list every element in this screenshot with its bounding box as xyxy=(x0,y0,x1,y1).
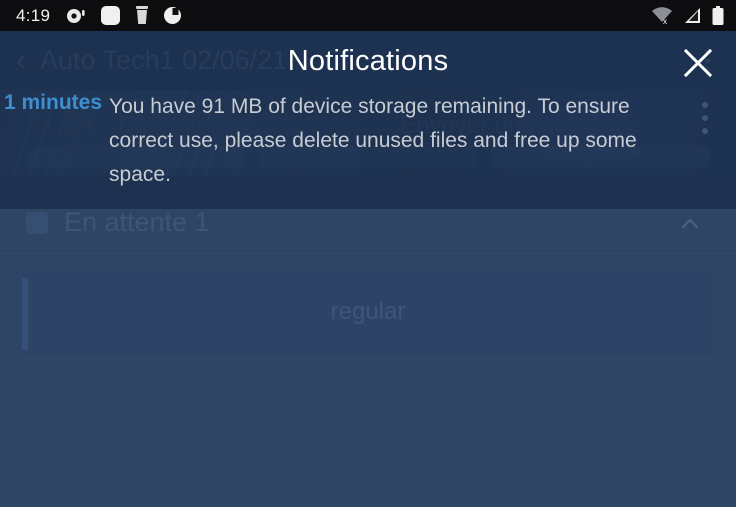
close-icon xyxy=(683,48,713,78)
notification-timestamp: 1 minutes xyxy=(4,91,103,114)
trash-icon xyxy=(136,6,149,24)
kebab-dot xyxy=(702,115,708,121)
phone-screen: ‹ Auto Tech1 02/06/21 21:34 xyxy=(0,0,736,507)
battery-icon xyxy=(712,5,724,25)
page-title: Notifications xyxy=(287,45,449,77)
list-item[interactable]: regular xyxy=(22,270,714,359)
status-bar: 4:19 x xyxy=(0,0,736,31)
status-bar-clock: 4:19 xyxy=(16,5,51,25)
kebab-dot xyxy=(702,128,708,134)
circle-half-icon xyxy=(164,7,182,24)
section-checkbox[interactable] xyxy=(26,211,48,234)
status-bar-right-icons: x xyxy=(651,5,724,26)
rounded-square-icon xyxy=(101,6,121,25)
cellular-signal-icon xyxy=(685,7,700,23)
notification-list: 1 minutes You have 91 MB of device stora… xyxy=(0,90,736,192)
notifications-overlay: Notifications 1 minutes You have 91 MB o… xyxy=(0,31,736,209)
svg-text:x: x xyxy=(663,17,667,25)
overlay-header: Notifications xyxy=(0,31,736,90)
camera-icon xyxy=(67,8,85,23)
wifi-off-icon: x xyxy=(652,6,672,25)
notification-kebab-menu-icon[interactable] xyxy=(702,102,708,134)
chevron-up-icon[interactable] xyxy=(680,214,700,234)
kebab-dot xyxy=(702,102,708,108)
notification-item[interactable]: 1 minutes You have 91 MB of device stora… xyxy=(0,90,696,192)
status-bar-left-icons xyxy=(66,5,651,26)
section-label: En attente 1 xyxy=(64,207,210,237)
card-label: regular xyxy=(330,298,406,325)
close-button[interactable] xyxy=(678,43,718,83)
notification-message: You have 91 MB of device storage remaini… xyxy=(109,95,637,186)
